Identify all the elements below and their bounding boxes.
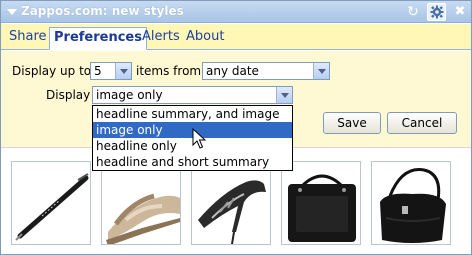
display-label: Display xyxy=(46,88,91,102)
high-heel-image[interactable] xyxy=(191,161,271,245)
tab-alerts[interactable]: Alerts xyxy=(138,27,184,49)
chevron-down-icon[interactable] xyxy=(7,9,17,15)
option-headline-summary-and-image[interactable]: headline summary, and image xyxy=(93,106,292,122)
title-bar: Zappos.com: new styles ↻ ✖ xyxy=(1,1,471,23)
date-select[interactable]: any date xyxy=(202,62,330,80)
tab-about[interactable]: About xyxy=(182,27,228,49)
sandal-image[interactable] xyxy=(101,161,181,245)
gadget-title: Zappos.com: new styles xyxy=(21,4,184,18)
item-count-select[interactable]: 5 xyxy=(90,62,132,80)
close-icon[interactable]: ✖ xyxy=(453,4,467,20)
chevron-down-icon[interactable] xyxy=(115,63,131,79)
tab-preferences[interactable]: Preferences xyxy=(49,27,147,50)
zappos-gadget: Zappos.com: new styles ↻ ✖ Share Prefere… xyxy=(0,0,472,255)
pen-image[interactable] xyxy=(11,161,91,245)
black-handbag-image[interactable] xyxy=(371,161,451,245)
display-select[interactable]: image only xyxy=(92,86,293,104)
display-up-to-label: Display up to xyxy=(12,64,92,78)
items-from-label: items from xyxy=(136,64,202,78)
option-headline-and-short-summary[interactable]: headline and short summary xyxy=(93,154,292,170)
chevron-down-icon[interactable] xyxy=(313,63,329,79)
gear-icon[interactable] xyxy=(427,3,446,21)
cancel-button[interactable]: Cancel xyxy=(387,112,457,134)
tab-bar: Share Preferences Alerts About xyxy=(1,24,471,50)
black-tote-image[interactable] xyxy=(281,161,361,245)
save-button[interactable]: Save xyxy=(323,112,381,134)
date-value: any date xyxy=(206,64,259,78)
mouse-pointer-icon xyxy=(192,128,206,149)
refresh-icon[interactable]: ↻ xyxy=(405,4,421,20)
tab-share[interactable]: Share xyxy=(5,27,51,49)
item-count-value: 5 xyxy=(94,64,102,78)
chevron-down-icon[interactable] xyxy=(276,87,292,103)
display-value: image only xyxy=(96,88,163,102)
